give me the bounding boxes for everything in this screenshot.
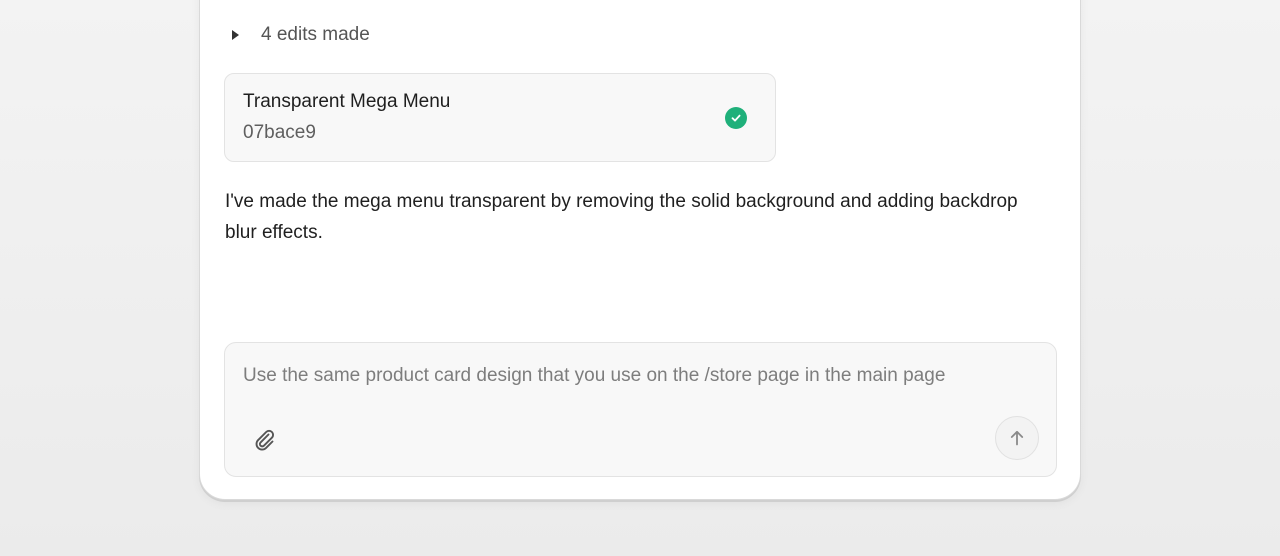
message-input[interactable] xyxy=(243,365,1033,387)
commit-card[interactable]: Transparent Mega Menu 07bace9 xyxy=(224,73,776,162)
assistant-message: I've made the mega menu transparent by r… xyxy=(225,191,1018,243)
commit-title: Transparent Mega Menu xyxy=(243,91,451,112)
composer xyxy=(224,342,1057,477)
arrow-up-icon xyxy=(1010,430,1024,446)
edits-label: 4 edits made xyxy=(261,24,370,45)
send-button[interactable] xyxy=(995,416,1039,460)
check-circle-icon xyxy=(725,107,747,129)
caret-right-icon xyxy=(232,30,239,40)
edits-toggle[interactable]: 4 edits made xyxy=(230,22,370,48)
commit-hash: 07bace9 xyxy=(243,122,316,143)
paperclip-icon xyxy=(255,429,275,451)
attach-button[interactable] xyxy=(251,426,277,452)
